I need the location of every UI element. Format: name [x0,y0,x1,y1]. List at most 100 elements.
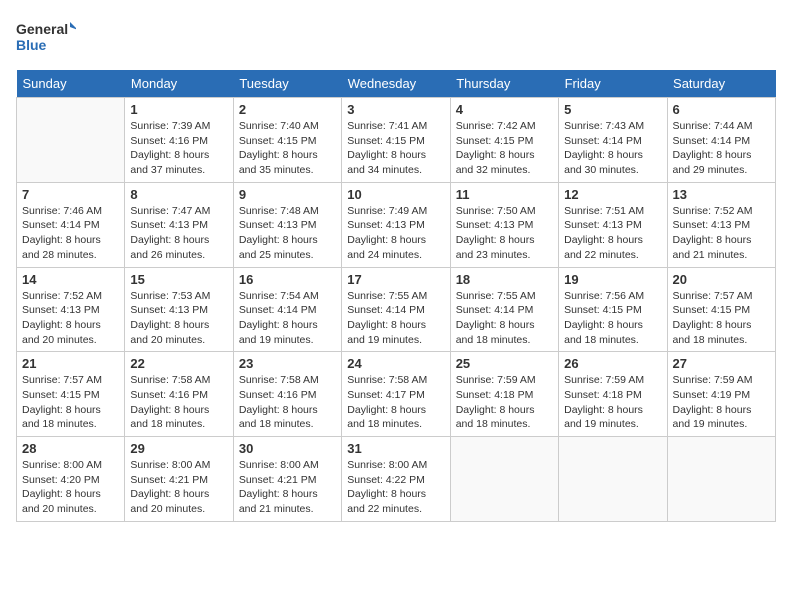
day-number: 29 [130,441,227,456]
calendar-cell: 2 Sunrise: 7:40 AM Sunset: 4:15 PM Daylig… [233,98,341,183]
day-number: 5 [564,102,661,117]
day-number: 3 [347,102,444,117]
day-number: 19 [564,272,661,287]
calendar-cell: 27 Sunrise: 7:59 AM Sunset: 4:19 PM Dayli… [667,352,775,437]
calendar-cell: 10 Sunrise: 7:49 AM Sunset: 4:13 PM Dayli… [342,182,450,267]
calendar-cell: 30 Sunrise: 8:00 AM Sunset: 4:21 PM Dayli… [233,437,341,522]
weekday-header-thursday: Thursday [450,70,558,98]
day-number: 4 [456,102,553,117]
day-number: 14 [22,272,119,287]
day-info: Sunrise: 7:49 AM Sunset: 4:13 PM Dayligh… [347,204,444,263]
calendar-cell: 7 Sunrise: 7:46 AM Sunset: 4:14 PM Daylig… [17,182,125,267]
day-number: 1 [130,102,227,117]
day-info: Sunrise: 7:57 AM Sunset: 4:15 PM Dayligh… [673,289,770,348]
day-number: 26 [564,356,661,371]
calendar-cell: 13 Sunrise: 7:52 AM Sunset: 4:13 PM Dayli… [667,182,775,267]
calendar-cell: 11 Sunrise: 7:50 AM Sunset: 4:13 PM Dayli… [450,182,558,267]
day-info: Sunrise: 7:41 AM Sunset: 4:15 PM Dayligh… [347,119,444,178]
day-number: 20 [673,272,770,287]
day-number: 25 [456,356,553,371]
weekday-header-sunday: Sunday [17,70,125,98]
day-number: 16 [239,272,336,287]
day-info: Sunrise: 7:42 AM Sunset: 4:15 PM Dayligh… [456,119,553,178]
day-info: Sunrise: 8:00 AM Sunset: 4:21 PM Dayligh… [130,458,227,517]
day-info: Sunrise: 7:50 AM Sunset: 4:13 PM Dayligh… [456,204,553,263]
day-info: Sunrise: 7:46 AM Sunset: 4:14 PM Dayligh… [22,204,119,263]
day-number: 21 [22,356,119,371]
day-number: 22 [130,356,227,371]
day-number: 13 [673,187,770,202]
day-info: Sunrise: 8:00 AM Sunset: 4:20 PM Dayligh… [22,458,119,517]
day-number: 7 [22,187,119,202]
day-info: Sunrise: 7:43 AM Sunset: 4:14 PM Dayligh… [564,119,661,178]
calendar-cell [450,437,558,522]
logo-svg: General Blue [16,16,76,58]
day-number: 11 [456,187,553,202]
day-info: Sunrise: 7:59 AM Sunset: 4:18 PM Dayligh… [456,373,553,432]
day-info: Sunrise: 7:54 AM Sunset: 4:14 PM Dayligh… [239,289,336,348]
day-info: Sunrise: 7:39 AM Sunset: 4:16 PM Dayligh… [130,119,227,178]
day-number: 2 [239,102,336,117]
weekday-header-tuesday: Tuesday [233,70,341,98]
day-info: Sunrise: 7:53 AM Sunset: 4:13 PM Dayligh… [130,289,227,348]
svg-text:Blue: Blue [16,37,47,53]
day-info: Sunrise: 8:00 AM Sunset: 4:21 PM Dayligh… [239,458,336,517]
day-number: 10 [347,187,444,202]
calendar-cell: 31 Sunrise: 8:00 AM Sunset: 4:22 PM Dayli… [342,437,450,522]
calendar-cell: 25 Sunrise: 7:59 AM Sunset: 4:18 PM Dayli… [450,352,558,437]
day-info: Sunrise: 7:58 AM Sunset: 4:16 PM Dayligh… [130,373,227,432]
calendar-week-4: 21 Sunrise: 7:57 AM Sunset: 4:15 PM Dayli… [17,352,776,437]
day-info: Sunrise: 7:40 AM Sunset: 4:15 PM Dayligh… [239,119,336,178]
day-number: 18 [456,272,553,287]
weekday-header-friday: Friday [559,70,667,98]
calendar-cell: 6 Sunrise: 7:44 AM Sunset: 4:14 PM Daylig… [667,98,775,183]
day-number: 30 [239,441,336,456]
day-info: Sunrise: 7:52 AM Sunset: 4:13 PM Dayligh… [673,204,770,263]
calendar-cell [559,437,667,522]
logo: General Blue [16,16,76,58]
calendar-cell: 21 Sunrise: 7:57 AM Sunset: 4:15 PM Dayli… [17,352,125,437]
day-number: 15 [130,272,227,287]
calendar-cell: 15 Sunrise: 7:53 AM Sunset: 4:13 PM Dayli… [125,267,233,352]
calendar-cell: 14Sunrise: 7:52 AM Sunset: 4:13 PM Dayli… [17,267,125,352]
calendar-cell: 3 Sunrise: 7:41 AM Sunset: 4:15 PM Daylig… [342,98,450,183]
calendar-cell: 20 Sunrise: 7:57 AM Sunset: 4:15 PM Dayli… [667,267,775,352]
day-info: Sunrise: 7:51 AM Sunset: 4:13 PM Dayligh… [564,204,661,263]
day-info: Sunrise: 7:59 AM Sunset: 4:18 PM Dayligh… [564,373,661,432]
calendar-cell: 17Sunrise: 7:55 AM Sunset: 4:14 PM Dayli… [342,267,450,352]
calendar-cell: 24Sunrise: 7:58 AM Sunset: 4:17 PM Dayli… [342,352,450,437]
calendar-cell: 12Sunrise: 7:51 AM Sunset: 4:13 PM Dayli… [559,182,667,267]
calendar-cell: 23 Sunrise: 7:58 AM Sunset: 4:16 PM Dayli… [233,352,341,437]
day-info: Sunrise: 7:44 AM Sunset: 4:14 PM Dayligh… [673,119,770,178]
day-info: Sunrise: 7:56 AM Sunset: 4:15 PM Dayligh… [564,289,661,348]
calendar-cell: 29 Sunrise: 8:00 AM Sunset: 4:21 PM Dayli… [125,437,233,522]
day-number: 6 [673,102,770,117]
svg-text:General: General [16,21,68,37]
day-number: 17 [347,272,444,287]
weekday-header-saturday: Saturday [667,70,775,98]
day-number: 8 [130,187,227,202]
day-number: 24 [347,356,444,371]
calendar-cell [17,98,125,183]
calendar-cell: 5 Sunrise: 7:43 AM Sunset: 4:14 PM Daylig… [559,98,667,183]
day-info: Sunrise: 7:59 AM Sunset: 4:19 PM Dayligh… [673,373,770,432]
calendar-cell [667,437,775,522]
day-number: 28 [22,441,119,456]
day-number: 23 [239,356,336,371]
day-number: 31 [347,441,444,456]
calendar-cell: 22 Sunrise: 7:58 AM Sunset: 4:16 PM Dayli… [125,352,233,437]
day-number: 27 [673,356,770,371]
calendar-table: SundayMondayTuesdayWednesdayThursdayFrid… [16,70,776,522]
day-info: Sunrise: 7:57 AM Sunset: 4:15 PM Dayligh… [22,373,119,432]
calendar-cell: 4 Sunrise: 7:42 AM Sunset: 4:15 PM Daylig… [450,98,558,183]
calendar-cell: 8 Sunrise: 7:47 AM Sunset: 4:13 PM Daylig… [125,182,233,267]
day-info: Sunrise: 7:47 AM Sunset: 4:13 PM Dayligh… [130,204,227,263]
weekday-header-wednesday: Wednesday [342,70,450,98]
calendar-body: 1 Sunrise: 7:39 AM Sunset: 4:16 PM Daylig… [17,98,776,522]
day-info: Sunrise: 8:00 AM Sunset: 4:22 PM Dayligh… [347,458,444,517]
calendar-cell: 16 Sunrise: 7:54 AM Sunset: 4:14 PM Dayli… [233,267,341,352]
weekday-header-monday: Monday [125,70,233,98]
calendar-week-1: 1 Sunrise: 7:39 AM Sunset: 4:16 PM Daylig… [17,98,776,183]
day-info: Sunrise: 7:58 AM Sunset: 4:16 PM Dayligh… [239,373,336,432]
calendar-cell: 9Sunrise: 7:48 AM Sunset: 4:13 PM Daylig… [233,182,341,267]
